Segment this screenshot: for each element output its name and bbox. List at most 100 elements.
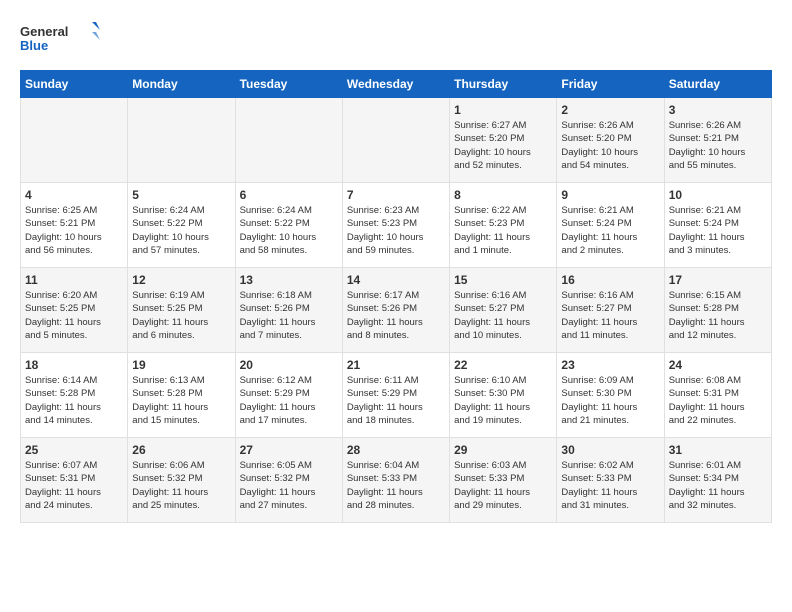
day-number: 14: [347, 273, 445, 287]
calendar-cell: 6 Sunrise: 6:24 AM Sunset: 5:22 PM Daylig…: [235, 183, 342, 268]
day-number: 5: [132, 188, 230, 202]
calendar-cell: 10Sunrise: 6:21 AM Sunset: 5:24 PM Dayli…: [664, 183, 771, 268]
calendar-week-3: 11Sunrise: 6:20 AM Sunset: 5:25 PM Dayli…: [21, 268, 772, 353]
col-header-saturday: Saturday: [664, 71, 771, 98]
day-number: 4: [25, 188, 123, 202]
day-info: Sunrise: 6:11 AM Sunset: 5:29 PM Dayligh…: [347, 374, 445, 427]
calendar-week-2: 4 Sunrise: 6:25 AM Sunset: 5:21 PM Daylig…: [21, 183, 772, 268]
day-info: Sunrise: 6:01 AM Sunset: 5:34 PM Dayligh…: [669, 459, 767, 512]
calendar-cell: 26 Sunrise: 6:06 AM Sunset: 5:32 PM Dayli…: [128, 438, 235, 523]
day-number: 31: [669, 443, 767, 457]
day-info: Sunrise: 6:08 AM Sunset: 5:31 PM Dayligh…: [669, 374, 767, 427]
day-number: 3: [669, 103, 767, 117]
day-number: 25: [25, 443, 123, 457]
header-row: SundayMondayTuesdayWednesdayThursdayFrid…: [21, 71, 772, 98]
col-header-sunday: Sunday: [21, 71, 128, 98]
day-info: Sunrise: 6:20 AM Sunset: 5:25 PM Dayligh…: [25, 289, 123, 342]
calendar-cell: [128, 98, 235, 183]
day-number: 30: [561, 443, 659, 457]
calendar-cell: 5 Sunrise: 6:24 AM Sunset: 5:22 PM Daylig…: [128, 183, 235, 268]
day-info: Sunrise: 6:19 AM Sunset: 5:25 PM Dayligh…: [132, 289, 230, 342]
col-header-friday: Friday: [557, 71, 664, 98]
day-info: Sunrise: 6:27 AM Sunset: 5:20 PM Dayligh…: [454, 119, 552, 172]
calendar-cell: 3 Sunrise: 6:26 AM Sunset: 5:21 PM Daylig…: [664, 98, 771, 183]
day-number: 2: [561, 103, 659, 117]
day-number: 16: [561, 273, 659, 287]
calendar-week-5: 25 Sunrise: 6:07 AM Sunset: 5:31 PM Dayli…: [21, 438, 772, 523]
calendar-cell: 4 Sunrise: 6:25 AM Sunset: 5:21 PM Daylig…: [21, 183, 128, 268]
day-info: Sunrise: 6:04 AM Sunset: 5:33 PM Dayligh…: [347, 459, 445, 512]
calendar-cell: 9 Sunrise: 6:21 AM Sunset: 5:24 PM Daylig…: [557, 183, 664, 268]
day-info: Sunrise: 6:13 AM Sunset: 5:28 PM Dayligh…: [132, 374, 230, 427]
day-info: Sunrise: 6:02 AM Sunset: 5:33 PM Dayligh…: [561, 459, 659, 512]
day-info: Sunrise: 6:25 AM Sunset: 5:21 PM Dayligh…: [25, 204, 123, 257]
day-number: 13: [240, 273, 338, 287]
day-number: 22: [454, 358, 552, 372]
calendar-cell: 17 Sunrise: 6:15 AM Sunset: 5:28 PM Dayli…: [664, 268, 771, 353]
day-info: Sunrise: 6:21 AM Sunset: 5:24 PM Dayligh…: [561, 204, 659, 257]
calendar-cell: 8Sunrise: 6:22 AM Sunset: 5:23 PM Daylig…: [450, 183, 557, 268]
day-number: 15: [454, 273, 552, 287]
day-info: Sunrise: 6:26 AM Sunset: 5:21 PM Dayligh…: [669, 119, 767, 172]
calendar-cell: [235, 98, 342, 183]
day-number: 9: [561, 188, 659, 202]
day-number: 21: [347, 358, 445, 372]
day-info: Sunrise: 6:12 AM Sunset: 5:29 PM Dayligh…: [240, 374, 338, 427]
calendar-week-4: 18Sunrise: 6:14 AM Sunset: 5:28 PM Dayli…: [21, 353, 772, 438]
calendar-cell: 15 Sunrise: 6:16 AM Sunset: 5:27 PM Dayli…: [450, 268, 557, 353]
svg-text:General: General: [20, 24, 68, 39]
day-info: Sunrise: 6:05 AM Sunset: 5:32 PM Dayligh…: [240, 459, 338, 512]
day-info: Sunrise: 6:09 AM Sunset: 5:30 PM Dayligh…: [561, 374, 659, 427]
day-info: Sunrise: 6:16 AM Sunset: 5:27 PM Dayligh…: [454, 289, 552, 342]
page-header: General Blue: [20, 20, 772, 60]
calendar-cell: 18Sunrise: 6:14 AM Sunset: 5:28 PM Dayli…: [21, 353, 128, 438]
day-number: 20: [240, 358, 338, 372]
calendar-cell: [21, 98, 128, 183]
calendar-cell: 11Sunrise: 6:20 AM Sunset: 5:25 PM Dayli…: [21, 268, 128, 353]
col-header-wednesday: Wednesday: [342, 71, 449, 98]
day-info: Sunrise: 6:23 AM Sunset: 5:23 PM Dayligh…: [347, 204, 445, 257]
calendar-cell: 24Sunrise: 6:08 AM Sunset: 5:31 PM Dayli…: [664, 353, 771, 438]
day-number: 27: [240, 443, 338, 457]
calendar-cell: 1 Sunrise: 6:27 AM Sunset: 5:20 PM Daylig…: [450, 98, 557, 183]
calendar-cell: 30 Sunrise: 6:02 AM Sunset: 5:33 PM Dayli…: [557, 438, 664, 523]
day-info: Sunrise: 6:10 AM Sunset: 5:30 PM Dayligh…: [454, 374, 552, 427]
col-header-thursday: Thursday: [450, 71, 557, 98]
calendar-cell: 31 Sunrise: 6:01 AM Sunset: 5:34 PM Dayli…: [664, 438, 771, 523]
day-number: 10: [669, 188, 767, 202]
calendar-table: SundayMondayTuesdayWednesdayThursdayFrid…: [20, 70, 772, 523]
calendar-cell: 16Sunrise: 6:16 AM Sunset: 5:27 PM Dayli…: [557, 268, 664, 353]
day-info: Sunrise: 6:06 AM Sunset: 5:32 PM Dayligh…: [132, 459, 230, 512]
calendar-cell: 19 Sunrise: 6:13 AM Sunset: 5:28 PM Dayli…: [128, 353, 235, 438]
logo: General Blue: [20, 20, 100, 60]
day-info: Sunrise: 6:18 AM Sunset: 5:26 PM Dayligh…: [240, 289, 338, 342]
day-number: 29: [454, 443, 552, 457]
col-header-tuesday: Tuesday: [235, 71, 342, 98]
day-info: Sunrise: 6:14 AM Sunset: 5:28 PM Dayligh…: [25, 374, 123, 427]
day-number: 23: [561, 358, 659, 372]
day-number: 28: [347, 443, 445, 457]
day-info: Sunrise: 6:26 AM Sunset: 5:20 PM Dayligh…: [561, 119, 659, 172]
calendar-cell: 20 Sunrise: 6:12 AM Sunset: 5:29 PM Dayli…: [235, 353, 342, 438]
day-info: Sunrise: 6:17 AM Sunset: 5:26 PM Dayligh…: [347, 289, 445, 342]
day-number: 7: [347, 188, 445, 202]
day-number: 6: [240, 188, 338, 202]
calendar-cell: 13 Sunrise: 6:18 AM Sunset: 5:26 PM Dayli…: [235, 268, 342, 353]
calendar-week-1: 1 Sunrise: 6:27 AM Sunset: 5:20 PM Daylig…: [21, 98, 772, 183]
calendar-cell: 22 Sunrise: 6:10 AM Sunset: 5:30 PM Dayli…: [450, 353, 557, 438]
calendar-cell: 7 Sunrise: 6:23 AM Sunset: 5:23 PM Daylig…: [342, 183, 449, 268]
day-number: 19: [132, 358, 230, 372]
day-number: 17: [669, 273, 767, 287]
day-number: 26: [132, 443, 230, 457]
day-info: Sunrise: 6:24 AM Sunset: 5:22 PM Dayligh…: [240, 204, 338, 257]
calendar-cell: 27 Sunrise: 6:05 AM Sunset: 5:32 PM Dayli…: [235, 438, 342, 523]
day-info: Sunrise: 6:24 AM Sunset: 5:22 PM Dayligh…: [132, 204, 230, 257]
day-info: Sunrise: 6:15 AM Sunset: 5:28 PM Dayligh…: [669, 289, 767, 342]
calendar-cell: 2 Sunrise: 6:26 AM Sunset: 5:20 PM Daylig…: [557, 98, 664, 183]
calendar-cell: 14 Sunrise: 6:17 AM Sunset: 5:26 PM Dayli…: [342, 268, 449, 353]
calendar-cell: 25 Sunrise: 6:07 AM Sunset: 5:31 PM Dayli…: [21, 438, 128, 523]
day-number: 1: [454, 103, 552, 117]
day-info: Sunrise: 6:07 AM Sunset: 5:31 PM Dayligh…: [25, 459, 123, 512]
calendar-cell: 12 Sunrise: 6:19 AM Sunset: 5:25 PM Dayli…: [128, 268, 235, 353]
day-number: 12: [132, 273, 230, 287]
